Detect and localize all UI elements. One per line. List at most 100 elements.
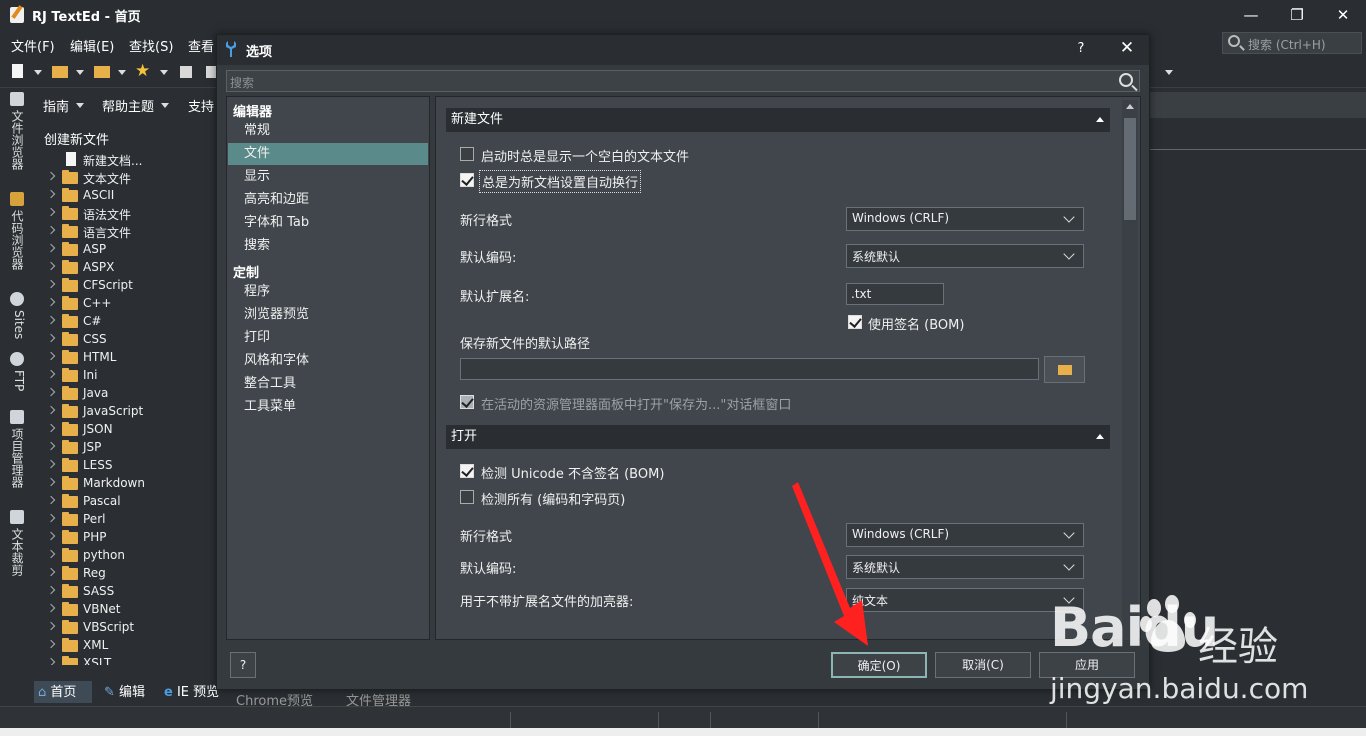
chevron-right-icon[interactable] bbox=[46, 441, 56, 451]
chevron-right-icon[interactable] bbox=[46, 513, 56, 523]
tree-item[interactable]: C++ bbox=[44, 295, 214, 313]
chevron-right-icon[interactable] bbox=[46, 549, 56, 559]
tree-item[interactable]: ASCII bbox=[44, 187, 214, 205]
tree-item[interactable]: ASPX bbox=[44, 259, 214, 277]
tree-item[interactable]: Reg bbox=[44, 565, 214, 583]
category-tools-menu[interactable]: 工具菜单 bbox=[228, 396, 428, 418]
scroll-up-icon[interactable] bbox=[1126, 104, 1134, 109]
tree-item[interactable]: CSS bbox=[44, 331, 214, 349]
save-all-icon[interactable] bbox=[206, 66, 216, 78]
chevron-right-icon[interactable] bbox=[46, 189, 56, 199]
chevron-right-icon[interactable] bbox=[46, 297, 56, 307]
bom-checkbox[interactable] bbox=[848, 315, 862, 329]
chevron-right-icon[interactable] bbox=[46, 567, 56, 577]
tree-item[interactable]: VBScript bbox=[44, 619, 214, 637]
chevron-right-icon[interactable] bbox=[46, 333, 56, 343]
tree-item[interactable]: SASS bbox=[44, 583, 214, 601]
chevron-right-icon[interactable] bbox=[46, 477, 56, 487]
tree-item[interactable]: JSP bbox=[44, 439, 214, 457]
category-browser-preview[interactable]: 浏览器预览 bbox=[228, 304, 428, 326]
side-tab-ftp[interactable]: FTP bbox=[8, 370, 26, 391]
category-general[interactable]: 常规 bbox=[228, 120, 428, 142]
chevron-right-icon[interactable] bbox=[46, 351, 56, 361]
default-ext-input[interactable]: .txt bbox=[846, 283, 944, 305]
guide-menu[interactable]: 指南 bbox=[43, 96, 69, 115]
chevron-right-icon[interactable] bbox=[46, 603, 56, 613]
chevron-right-icon[interactable] bbox=[46, 495, 56, 505]
category-display[interactable]: 显示 bbox=[228, 166, 428, 188]
tree-item[interactable]: JSON bbox=[44, 421, 214, 439]
support-menu[interactable]: 支持 bbox=[188, 96, 214, 115]
tree-item[interactable]: Perl bbox=[44, 511, 214, 529]
category-integration-tools[interactable]: 整合工具 bbox=[228, 373, 428, 395]
chevron-right-icon[interactable] bbox=[46, 531, 56, 541]
side-tab-project-manager[interactable]: 项目管理器 bbox=[8, 428, 26, 488]
save-icon[interactable] bbox=[180, 66, 192, 78]
open-folder-icon[interactable] bbox=[52, 66, 68, 78]
tree-item[interactable]: XSLT bbox=[44, 655, 214, 665]
tree-item[interactable]: 语言文件 bbox=[44, 223, 214, 241]
category-style-font[interactable]: 风格和字体 bbox=[228, 350, 428, 372]
chevron-right-icon[interactable] bbox=[46, 459, 56, 469]
tree-item[interactable]: VBNet bbox=[44, 601, 214, 619]
chevron-right-icon[interactable] bbox=[46, 423, 56, 433]
section-new-file-header[interactable]: 新建文件 bbox=[446, 108, 1110, 132]
chevron-right-icon[interactable] bbox=[46, 405, 56, 415]
category-search[interactable]: 搜索 bbox=[228, 235, 428, 257]
chevron-right-icon[interactable] bbox=[46, 315, 56, 325]
scrollbar-thumb[interactable] bbox=[1124, 118, 1136, 220]
tree-item[interactable]: 语法文件 bbox=[44, 205, 214, 223]
chevron-right-icon[interactable] bbox=[46, 387, 56, 397]
chevron-right-icon[interactable] bbox=[46, 171, 56, 181]
help-button[interactable]: ? bbox=[230, 652, 256, 678]
chevron-right-icon[interactable] bbox=[46, 639, 56, 649]
side-tab-file-browser[interactable]: 文件浏览器 bbox=[8, 110, 26, 170]
chevron-right-icon[interactable] bbox=[46, 621, 56, 631]
chevron-right-icon[interactable] bbox=[46, 261, 56, 271]
tab-edit[interactable]: ✎ 编辑 bbox=[100, 681, 149, 703]
dialog-help-button[interactable]: ? bbox=[1072, 41, 1090, 56]
chevron-right-icon[interactable] bbox=[46, 279, 56, 289]
minimize-button[interactable]: — bbox=[1228, 0, 1274, 30]
category-group-editor[interactable]: 编辑器 bbox=[233, 101, 272, 120]
star-dropdown-icon[interactable] bbox=[160, 70, 168, 75]
category-file[interactable]: 文件 bbox=[228, 143, 428, 165]
chevron-right-icon[interactable] bbox=[46, 225, 56, 235]
tree-item[interactable]: JavaScript bbox=[44, 403, 214, 421]
favorites-dropdown-icon[interactable] bbox=[118, 70, 126, 75]
collapse-icon[interactable] bbox=[1096, 434, 1104, 439]
tree-item[interactable]: C# bbox=[44, 313, 214, 331]
tree-item[interactable]: PHP bbox=[44, 529, 214, 547]
tree-item[interactable]: ASP bbox=[44, 241, 214, 259]
tree-item-new-document[interactable]: 新建文档... bbox=[44, 151, 214, 169]
auto-wrap-checkbox[interactable] bbox=[460, 173, 474, 187]
close-button[interactable]: ✕ bbox=[1320, 0, 1366, 30]
side-tab-code-browser[interactable]: 代码浏览器 bbox=[8, 210, 26, 270]
star-icon[interactable]: ★ bbox=[135, 61, 150, 81]
tree-item[interactable]: Markdown bbox=[44, 475, 214, 493]
side-tab-text-clips[interactable]: 文本裁剪 bbox=[8, 528, 26, 576]
category-font-tab[interactable]: 字体和 Tab bbox=[228, 212, 428, 234]
collapse-icon[interactable] bbox=[1096, 117, 1104, 122]
options-search-input[interactable] bbox=[226, 70, 1140, 92]
tree-item[interactable]: HTML bbox=[44, 349, 214, 367]
show-blank-checkbox[interactable] bbox=[460, 147, 474, 161]
category-highlight-margins[interactable]: 高亮和边距 bbox=[228, 189, 428, 211]
category-print[interactable]: 打印 bbox=[228, 327, 428, 349]
section-open-header[interactable]: 打开 bbox=[446, 425, 1110, 449]
tree-item[interactable]: LESS bbox=[44, 457, 214, 475]
maximize-button[interactable]: ❐ bbox=[1274, 0, 1320, 30]
chevron-right-icon[interactable] bbox=[46, 585, 56, 595]
chevron-right-icon[interactable] bbox=[46, 369, 56, 379]
tab-home[interactable]: ⌂ 首页 bbox=[34, 681, 92, 703]
tree-item[interactable]: Ini bbox=[44, 367, 214, 385]
tree-item[interactable]: CFScript bbox=[44, 277, 214, 295]
new-file-dropdown-icon[interactable] bbox=[34, 70, 42, 75]
side-tab-sites[interactable]: Sites bbox=[8, 310, 26, 339]
cancel-button[interactable]: 取消(C) bbox=[935, 652, 1031, 678]
tab-ie-preview[interactable]: e IE 预览 bbox=[160, 681, 222, 703]
tree-item[interactable]: Pascal bbox=[44, 493, 214, 511]
favorites-folder-icon[interactable] bbox=[94, 66, 110, 78]
default-path-input[interactable] bbox=[460, 358, 1039, 380]
new-file-icon[interactable] bbox=[12, 64, 23, 78]
